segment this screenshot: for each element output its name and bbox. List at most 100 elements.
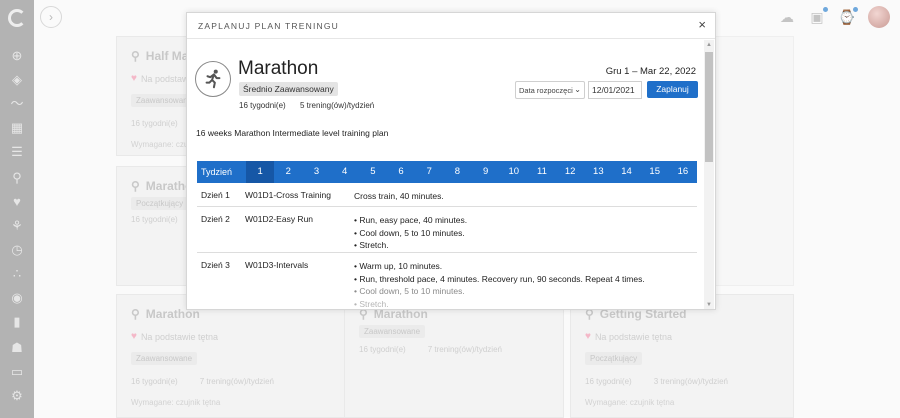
inbox-icon[interactable]: ▣ <box>808 7 828 26</box>
left-sidebar: ⊕ ◈ 〜 ▦ ☰ ⚲ ♥ ⚘ ◷ ∴ ◉ ▮ ☗ ▭ ⚙ <box>0 0 34 418</box>
running-icon[interactable]: ⚲ <box>9 170 25 186</box>
stats-icon[interactable]: ▮ <box>9 314 25 330</box>
plan-weeks: 16 tygodni(e) <box>239 101 286 110</box>
schedule-button[interactable]: Zaplanuj <box>647 81 698 98</box>
heart-icon: ♥ <box>131 331 137 342</box>
layers-icon[interactable]: ◈ <box>9 72 25 88</box>
scroll-down-icon[interactable]: ▼ <box>706 301 712 309</box>
tab-week-5[interactable]: 5 <box>359 161 387 183</box>
card-weeks: 16 tygodni(e) <box>585 377 632 386</box>
workout-step: • Cool down, 5 to 10 minutes. <box>354 227 465 238</box>
card-hr: Na podstawie tętna <box>140 331 218 342</box>
card-per-week: 7 trening(ów)/tydzień <box>427 345 502 354</box>
activity-icon[interactable]: 〜 <box>9 96 25 112</box>
timer-icon[interactable]: ◷ <box>9 242 25 258</box>
week-tabs: Tydzień 1 2 3 4 5 6 7 8 9 10 11 12 13 14… <box>197 161 697 183</box>
plan-card[interactable]: ⚲ Marathon ♥ Na podstawie tętna Zaawansowa… <box>116 294 348 418</box>
cloud-sync-icon[interactable]: ☁ <box>778 8 796 26</box>
workout-name: W01D1-Cross Training <box>245 190 331 200</box>
plan-title: Marathon <box>238 58 319 79</box>
card-level: Zaawansowane <box>359 325 426 338</box>
settings-icon[interactable]: ⚙ <box>9 388 25 404</box>
location-icon[interactable]: ◉ <box>9 290 25 306</box>
scroll-up-icon[interactable]: ▲ <box>706 41 712 49</box>
tab-week-16[interactable]: 16 <box>669 161 697 183</box>
start-type-select[interactable]: Data rozpoczęci ⌄ <box>515 81 585 99</box>
figure-icon[interactable]: ⚘ <box>9 218 25 234</box>
week-label: Tydzień <box>201 167 233 177</box>
scrollbar-thumb[interactable] <box>705 52 713 162</box>
running-icon: ⚲ <box>131 307 140 321</box>
dialog-header: ZAPLANUJ PLAN TRENINGU × <box>187 13 715 39</box>
heart-icon: ♥ <box>131 73 137 84</box>
schedule-plan-dialog: ZAPLANUJ PLAN TRENINGU × Marathon Średni… <box>186 12 716 310</box>
tab-week-15[interactable]: 15 <box>641 161 669 183</box>
level-badge: Średnio Zaawansowany <box>239 82 338 96</box>
tab-week-3[interactable]: 3 <box>302 161 330 183</box>
card-weeks: 16 tygodni(e) <box>131 215 178 224</box>
card-level: Początkujący <box>131 197 189 210</box>
workout-description: Cross train, 40 minutes. <box>354 190 444 203</box>
card-title: Half Ma <box>145 49 189 63</box>
workout-name: W01D2-Easy Run <box>245 214 314 224</box>
start-date-input[interactable]: 12/01/2021 <box>588 81 642 99</box>
workout-description: • Run, easy pace, 40 minutes. • Cool dow… <box>354 214 467 252</box>
workout-step: • Stretch. <box>354 240 389 250</box>
running-icon <box>195 61 231 97</box>
people-icon[interactable]: ☗ <box>9 340 25 356</box>
card-weeks: 16 tygodni(e) <box>359 345 406 354</box>
workout-step: Cross train, 40 minutes. <box>354 191 444 201</box>
top-toolbar: ☁ ▣ ⌚ <box>778 6 890 28</box>
dialog-scrollbar[interactable]: ▲ ▼ <box>704 40 714 309</box>
tab-week-9[interactable]: 9 <box>472 161 500 183</box>
card-per-week: 7 trening(ów)/tydzień <box>199 377 274 386</box>
day-label: Dzień 1 <box>201 190 230 200</box>
tab-week-14[interactable]: 14 <box>612 161 640 183</box>
watch-icon[interactable]: ⌚ <box>838 7 858 26</box>
day-row: Dzień 1 W01D1-Cross Training Cross train… <box>197 183 697 207</box>
steps-icon[interactable]: ∴ <box>9 266 25 282</box>
workout-step: • Stretch. <box>354 298 389 309</box>
back-button[interactable]: › <box>40 6 62 28</box>
chevron-down-icon: ⌄ <box>574 85 581 94</box>
tab-week-6[interactable]: 6 <box>387 161 415 183</box>
close-icon[interactable]: × <box>698 18 706 32</box>
running-icon: ⚲ <box>131 179 140 193</box>
plan-card[interactable]: ⚲ Getting Started ♥ Na podstawie tętna Poc… <box>570 294 794 418</box>
start-type-value: Data rozpoczęci <box>519 86 573 95</box>
add-icon[interactable]: ⊕ <box>9 48 25 64</box>
tab-week-10[interactable]: 10 <box>500 161 528 183</box>
workout-name: W01D3-Intervals <box>245 260 309 270</box>
card-requirement: Wymagane: czujnik tętna <box>131 398 221 407</box>
tab-week-1[interactable]: 1 <box>246 161 275 183</box>
tab-week-13[interactable]: 13 <box>584 161 612 183</box>
card-hr: Na podstawie tętna <box>594 331 672 342</box>
plan-card[interactable]: ⚲ Marathon Zaawansowane 16 tygodni(e) 7 tr… <box>344 294 564 418</box>
card-level: Początkujący <box>585 352 643 365</box>
tab-week-4[interactable]: 4 <box>331 161 359 183</box>
avatar[interactable] <box>868 6 890 28</box>
running-icon: ⚲ <box>131 49 140 63</box>
date-range: Gru 1 – Mar 22, 2022 <box>605 66 696 77</box>
heart-icon[interactable]: ♥ <box>9 194 25 210</box>
tab-week-11[interactable]: 11 <box>528 161 556 183</box>
tab-week-2[interactable]: 2 <box>274 161 302 183</box>
plan-description: 16 weeks Marathon Intermediate level tra… <box>196 128 389 138</box>
card-weeks: 16 tygodni(e) <box>131 119 178 128</box>
day-label: Dzień 2 <box>201 214 230 224</box>
card-per-week: 3 trening(ów)/tydzień <box>653 377 728 386</box>
tab-week-8[interactable]: 8 <box>443 161 471 183</box>
app-logo-icon[interactable] <box>8 9 26 27</box>
tab-week-7[interactable]: 7 <box>415 161 443 183</box>
device-icon[interactable]: ▭ <box>9 364 25 380</box>
calendar-icon[interactable]: ▦ <box>9 120 25 136</box>
list-icon[interactable]: ☰ <box>9 144 25 160</box>
card-weeks: 16 tygodni(e) <box>131 377 178 386</box>
workout-step: • Run, easy pace, 40 minutes. <box>354 215 468 225</box>
workout-step: • Warm up, 10 minutes. <box>354 261 443 271</box>
card-level: Zaawansowane <box>131 352 198 365</box>
tab-week-12[interactable]: 12 <box>556 161 584 183</box>
workout-description: • Warm up, 10 minutes. • Run, threshold … <box>354 260 645 309</box>
day-row: Dzień 2 W01D2-Easy Run • Run, easy pace,… <box>197 207 697 253</box>
day-label: Dzień 3 <box>201 260 230 270</box>
